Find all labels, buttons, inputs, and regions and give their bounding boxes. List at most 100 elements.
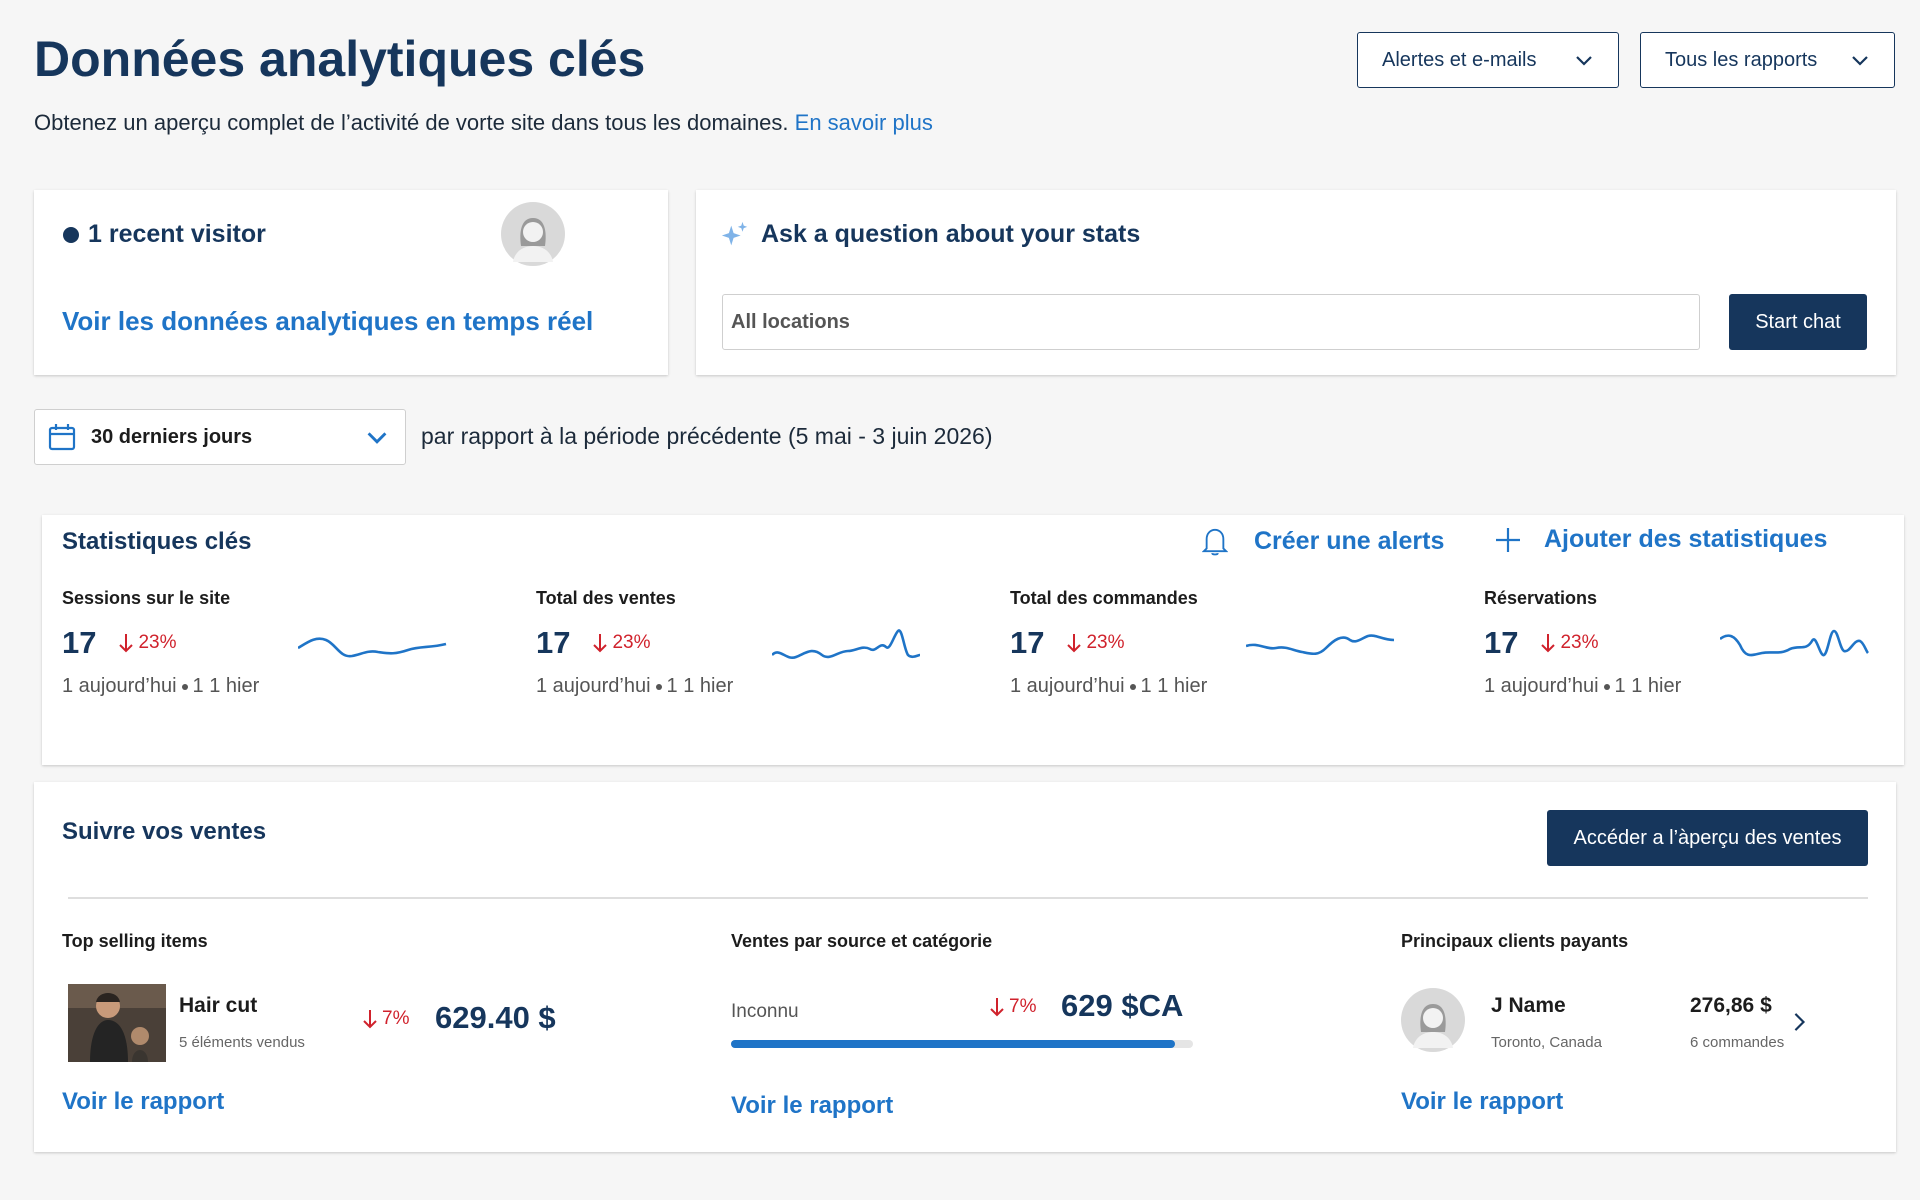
realtime-analytics-link[interactable]: Voir les données analytiques en temps ré…: [62, 306, 593, 337]
sparkline-chart: [1720, 629, 1870, 657]
stat-value: 17: [536, 625, 571, 660]
add-stats-button[interactable]: Ajouter des statistiques: [1494, 525, 1827, 554]
stat-subtext: 1 aujourd’hui 1 1 hier: [62, 675, 482, 698]
item-delta-value: 7%: [382, 1008, 410, 1029]
item-name: Hair cut: [179, 994, 258, 1017]
avatar: [1401, 988, 1465, 1052]
create-alert-button[interactable]: Créer une alerts: [1202, 525, 1444, 557]
period-comparison: par rapport à la période précédente (5 m…: [421, 423, 993, 449]
start-chat-button[interactable]: Start chat: [1729, 294, 1867, 350]
stat-delta-value: 23%: [1560, 632, 1599, 653]
arrow-down-icon: [363, 1010, 377, 1029]
stat-delta: 23%: [592, 632, 651, 654]
location-input-value: All locations: [731, 310, 850, 333]
stat-title: Total des ventes: [536, 588, 676, 608]
learn-more-link[interactable]: En savoir plus: [795, 110, 933, 135]
add-stats-label: Ajouter des statistiques: [1544, 525, 1828, 553]
sales-overview-button[interactable]: Accéder a l’àperçu des ventes: [1547, 810, 1868, 866]
item-delta: 7%: [362, 1008, 409, 1030]
chevron-down-icon: [367, 432, 387, 444]
item-amount: 629.40 $: [435, 1000, 556, 1035]
page-title: Données analytiques clés: [34, 31, 646, 87]
arrow-down-icon: [1541, 634, 1556, 653]
source-delta-value: 7%: [1009, 996, 1037, 1017]
client-amount: 276,86 $: [1690, 994, 1772, 1017]
stat-today: 1 aujourd’hui: [536, 675, 651, 697]
stat-today: 1 aujourd’hui: [62, 675, 177, 697]
create-alert-label: Créer une alerts: [1254, 526, 1445, 555]
stat-subtext: 1 aujourd’hui 1 1 hier: [536, 675, 956, 698]
top-items-report-link[interactable]: Voir le rapport: [62, 1088, 224, 1116]
ask-stats-card: Ask a question about your stats All loca…: [696, 190, 1896, 375]
client-name: J Name: [1491, 994, 1566, 1017]
stat-delta: 23%: [1540, 632, 1599, 654]
stat-value: 17: [62, 625, 97, 660]
by-source-report-link[interactable]: Voir le rapport: [731, 1092, 893, 1120]
dot-separator: [1603, 683, 1610, 690]
stat-delta-value: 23%: [612, 632, 651, 653]
stat-total-orders[interactable]: Total des commandes 17 23% 1 aujourd’hui…: [1010, 588, 1430, 698]
arrow-down-icon: [1067, 634, 1082, 653]
period-selected: 30 derniers jours: [91, 425, 253, 448]
chevron-down-icon: [1576, 56, 1592, 66]
stat-delta: 23%: [1066, 632, 1125, 654]
sparkline-chart: [772, 629, 921, 660]
alerts-emails-dropdown[interactable]: Alertes et e-mails: [1357, 32, 1619, 88]
stat-yesterday: 1 1 hier: [666, 675, 734, 697]
top-clients-heading: Principaux clients payants: [1401, 931, 1629, 951]
arrow-down-icon: [990, 998, 1004, 1017]
page-subtitle: Obtenez un aperçu complet de l’activité …: [34, 110, 933, 136]
sales-title: Suivre vos ventes: [62, 818, 267, 845]
source-name: Inconnu: [731, 1001, 799, 1022]
sparkline-chart: [1246, 634, 1395, 656]
recent-visitor-card: 1 recent visitor Voir les données analyt…: [34, 190, 668, 375]
subtitle-text: Obtenez un aperçu complet de l’activité …: [34, 110, 789, 135]
sparkle-icon: [721, 221, 748, 246]
by-source-heading: Ventes par source et catégorie: [731, 931, 993, 951]
all-reports-dropdown[interactable]: Tous les rapports: [1640, 32, 1895, 88]
recent-visitor-count: 1 recent visitor: [88, 220, 266, 248]
period-dropdown[interactable]: 30 derniers jours: [34, 409, 406, 465]
chevron-right-icon[interactable]: [1790, 1010, 1808, 1034]
dot-separator: [181, 683, 188, 690]
stat-total-sales[interactable]: Total des ventes 17 23% 1 aujourd’hui 1 …: [536, 588, 956, 698]
stat-today: 1 aujourd’hui: [1010, 675, 1125, 697]
stat-reservations[interactable]: Réservations 17 23% 1 aujourd’hui 1 1 hi…: [1484, 588, 1904, 698]
plus-icon: [1496, 527, 1520, 552]
source-amount: 629 $CA: [1061, 988, 1184, 1023]
key-stats-title: Statistiques clés: [62, 528, 252, 555]
stat-delta: 23%: [118, 632, 177, 654]
product-thumbnail: [68, 984, 166, 1062]
location-input[interactable]: All locations: [722, 294, 1700, 350]
stat-subtext: 1 aujourd’hui 1 1 hier: [1010, 675, 1430, 698]
ask-title: Ask a question about your stats: [761, 220, 1141, 248]
track-sales-card: Suivre vos ventes Accéder a l’àperçu des…: [34, 782, 1896, 1152]
stat-delta-value: 23%: [138, 632, 177, 653]
stat-yesterday: 1 1 hier: [192, 675, 260, 697]
stat-title: Total des commandes: [1010, 588, 1198, 608]
stat-today: 1 aujourd’hui: [1484, 675, 1599, 697]
client-location: Toronto, Canada: [1491, 1034, 1602, 1051]
divider: [68, 897, 1868, 899]
alerts-emails-label: Alertes et e-mails: [1382, 48, 1537, 71]
client-orders: 6 commandes: [1690, 1034, 1785, 1051]
top-items-heading: Top selling items: [62, 931, 208, 951]
dot-separator: [1129, 683, 1136, 690]
sparkline-chart: [298, 637, 447, 658]
stat-title: Sessions sur le site: [62, 588, 231, 608]
chevron-down-icon: [1852, 56, 1868, 66]
stat-yesterday: 1 1 hier: [1140, 675, 1208, 697]
stat-delta-value: 23%: [1086, 632, 1125, 653]
calendar-icon: [48, 424, 76, 451]
avatar: [501, 202, 565, 266]
all-reports-label: Tous les rapports: [1665, 48, 1818, 71]
bell-icon: [1202, 528, 1228, 556]
stat-title: Réservations: [1484, 588, 1598, 608]
stat-sessions[interactable]: Sessions sur le site 17 23% 1 aujourd’hu…: [62, 588, 482, 698]
stat-value: 17: [1484, 625, 1519, 660]
item-sub: 5 éléments vendus: [179, 1034, 305, 1051]
top-clients-report-link[interactable]: Voir le rapport: [1401, 1088, 1563, 1116]
dot-separator: [655, 683, 662, 690]
source-progress-fill: [731, 1040, 1175, 1048]
key-stats-card: Statistiques clés Créer une alerts Ajout…: [42, 515, 1904, 765]
